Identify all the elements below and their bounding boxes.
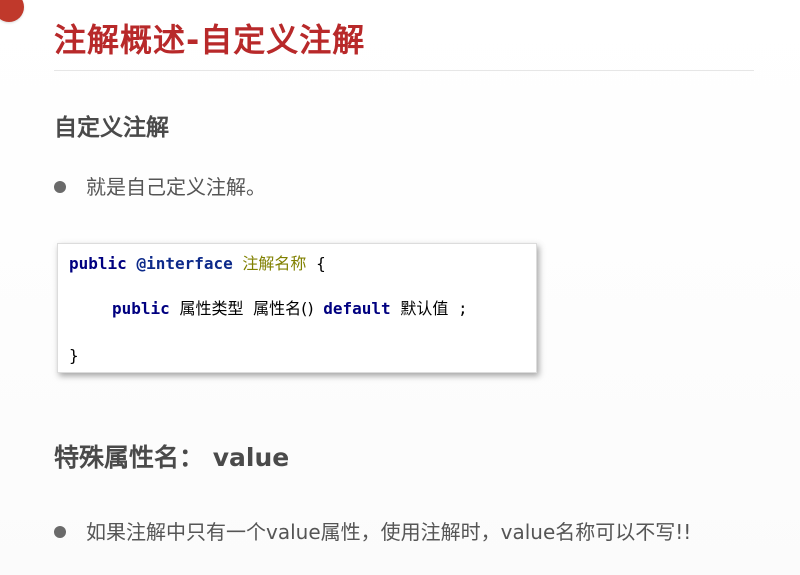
code-block: public @interface 注解名称 { public 属性类型 属性名… [57, 243, 537, 373]
section-heading-custom-annotation: 自定义注解 [54, 115, 169, 141]
bullet-item-custom-definition: 就是自己定义注解。 [54, 172, 266, 202]
code-attribute-type: 属性类型 [179, 299, 244, 318]
bullet-dot-icon [54, 526, 66, 538]
code-keyword-public: public [69, 254, 127, 273]
title-divider [54, 70, 754, 71]
code-keyword-public: public [112, 299, 170, 318]
code-default-value: 默认值 [400, 299, 449, 318]
bullet-dot-icon [54, 181, 66, 193]
bullet-text: 就是自己定义注解。 [86, 175, 266, 199]
code-line-2: public 属性类型 属性名() default 默认值 ; [112, 298, 468, 320]
code-semicolon: ; [457, 299, 468, 318]
slide: 注解概述-自定义注解 自定义注解 就是自己定义注解。 public @inter… [0, 0, 800, 575]
code-annotation-name: 注解名称 [242, 254, 307, 273]
bullet-text: 如果注解中只有一个value属性，使用注解时，value名称可以不写!! [86, 520, 692, 544]
code-keyword-interface: @interface [136, 254, 233, 273]
code-line-1: public @interface 注解名称 { [69, 253, 326, 275]
bullet-item-value-attribute: 如果注解中只有一个value属性，使用注解时，value名称可以不写!! [54, 517, 691, 547]
code-brace-close: } [69, 346, 79, 365]
section-heading-special-attribute: 特殊属性名： value [54, 443, 290, 472]
code-brace-open: { [316, 254, 326, 273]
code-attribute-name: 属性名() [253, 299, 314, 318]
code-line-3: } [69, 345, 79, 367]
code-keyword-default: default [323, 299, 391, 318]
slide-title: 注解概述-自定义注解 [54, 21, 366, 59]
red-circle-icon [0, 0, 24, 22]
